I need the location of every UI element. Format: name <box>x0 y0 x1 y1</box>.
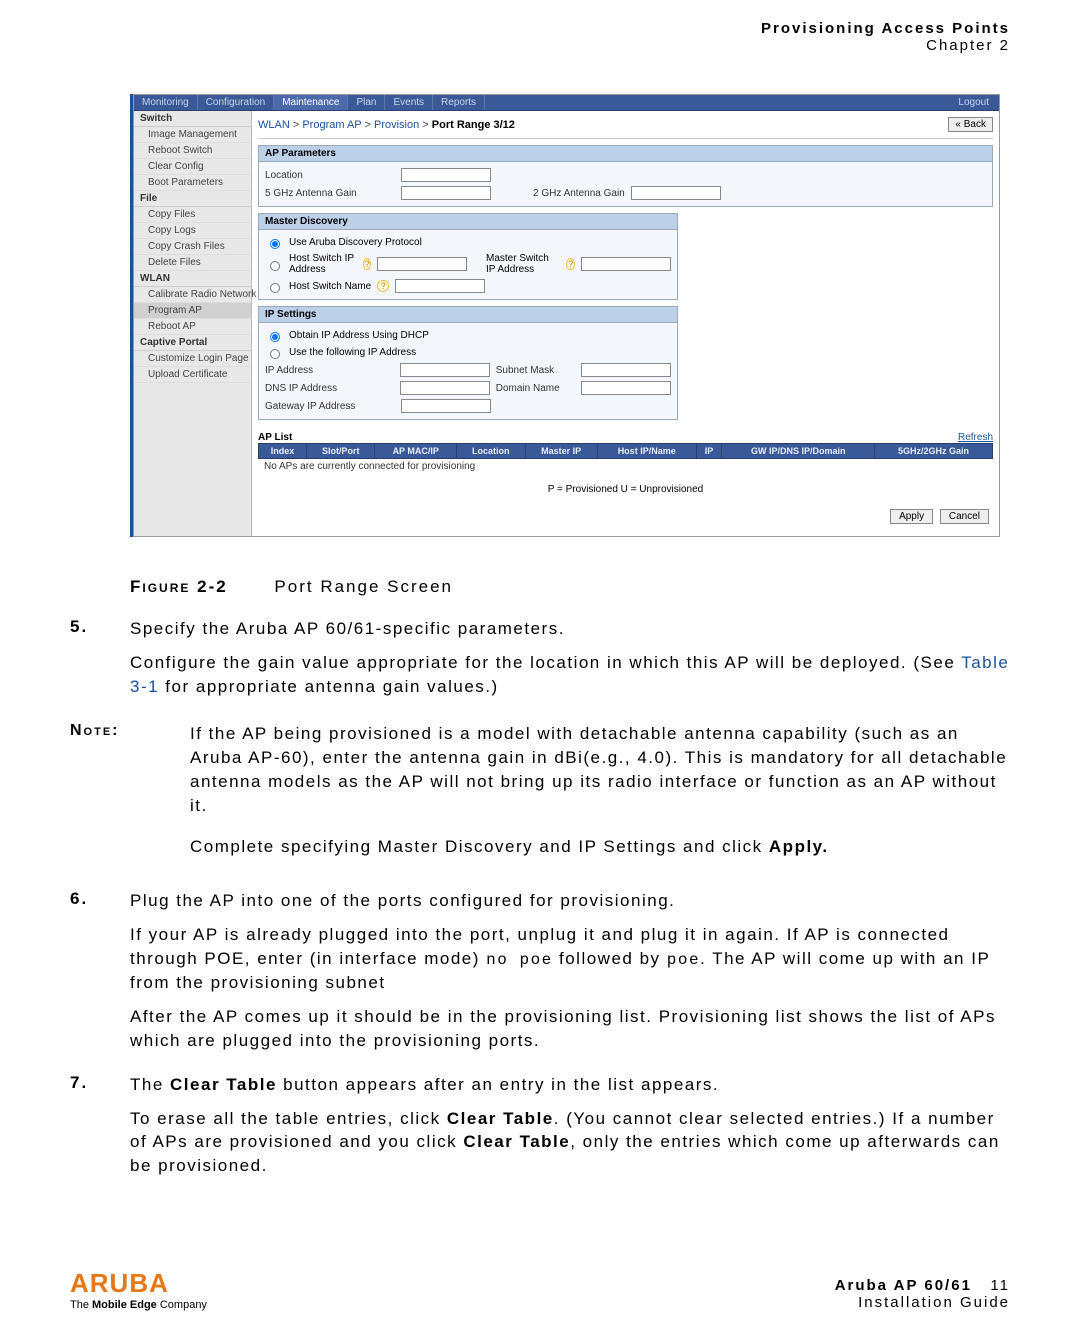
code-text: no poe <box>486 951 553 969</box>
code-text: poe <box>667 951 700 969</box>
sidebar-item[interactable]: Boot Parameters <box>134 175 251 191</box>
sidebar-item[interactable]: Delete Files <box>134 255 251 271</box>
ap-list-empty: No APs are currently connected for provi… <box>258 459 993 474</box>
tab-monitoring[interactable]: Monitoring <box>134 95 198 110</box>
tab-plan[interactable]: Plan <box>348 95 385 110</box>
label-use-adp: Use Aruba Discovery Protocol <box>289 237 422 248</box>
label-gateway: Gateway IP Address <box>265 401 395 412</box>
figure-screenshot: Monitoring Configuration Maintenance Pla… <box>130 94 1000 537</box>
sidebar-item[interactable]: Reboot AP <box>134 319 251 335</box>
gain-2ghz-input[interactable] <box>631 186 721 200</box>
sidebar-item[interactable]: Copy Files <box>134 207 251 223</box>
refresh-link[interactable]: Refresh <box>958 432 993 443</box>
sidebar-item[interactable]: Customize Login Page <box>134 351 251 367</box>
footer-info: Aruba AP 60/61 11 Installation Guide <box>835 1277 1010 1311</box>
note-label: Note: <box>70 722 190 875</box>
apply-button[interactable]: Apply <box>890 509 933 524</box>
help-icon[interactable]: ? <box>363 258 372 270</box>
location-input[interactable] <box>401 168 491 182</box>
label-static-ip: Use the following IP Address <box>289 347 416 358</box>
label-dns: DNS IP Address <box>265 383 394 394</box>
ap-list-title: AP List <box>258 432 292 443</box>
tab-reports[interactable]: Reports <box>433 95 485 110</box>
step-number: 5. <box>70 617 130 708</box>
sidebar-item[interactable]: Reboot Switch <box>134 143 251 159</box>
sidebar-group-wlan: WLAN <box>134 271 251 287</box>
sidebar-item[interactable]: Calibrate Radio Network <box>134 287 251 303</box>
label-dhcp: Obtain IP Address Using DHCP <box>289 330 429 341</box>
host-switch-name-input[interactable] <box>395 279 485 293</box>
section-ip-settings: IP Settings <box>258 306 678 323</box>
sidebar-item[interactable]: Upload Certificate <box>134 367 251 383</box>
master-switch-ip-input[interactable] <box>581 257 671 271</box>
step-text: Specify the Aruba AP 60/61-specific para… <box>130 619 565 638</box>
ap-list-legend: P = Provisioned U = Unprovisioned <box>258 474 993 505</box>
breadcrumb: WLAN > Program AP > Provision > Port Ran… <box>258 119 515 131</box>
step-text: Plug the AP into one of the ports config… <box>130 891 675 910</box>
back-button[interactable]: « Back <box>948 117 993 132</box>
tab-configuration[interactable]: Configuration <box>198 95 274 110</box>
radio-static-ip[interactable] <box>270 349 280 359</box>
brand-logo: ARUBA The Mobile Edge Company <box>70 1268 207 1311</box>
host-switch-ip-input[interactable] <box>377 257 467 271</box>
gateway-input[interactable] <box>401 399 491 413</box>
label-subnet: Subnet Mask <box>496 365 575 376</box>
step-number: 7. <box>70 1073 130 1188</box>
label-location: Location <box>265 170 395 181</box>
page-header: Provisioning Access Points Chapter 2 <box>70 20 1010 54</box>
note-text: If the AP being provisioned is a model w… <box>190 724 1007 814</box>
sidebar-item[interactable]: Clear Config <box>134 159 251 175</box>
ip-address-input[interactable] <box>400 363 490 377</box>
label-host-switch-name: Host Switch Name <box>289 281 371 292</box>
sidebar-group-switch: Switch <box>134 111 251 127</box>
sidebar-group-file: File <box>134 191 251 207</box>
radio-host-name[interactable] <box>270 283 280 293</box>
cancel-button[interactable]: Cancel <box>940 509 989 524</box>
label-2ghz-gain: 2 GHz Antenna Gain <box>533 188 625 199</box>
label-host-switch-ip: Host Switch IP Address <box>289 253 357 275</box>
sidebar: Switch Image Management Reboot Switch Cl… <box>134 111 252 536</box>
sidebar-item[interactable]: Copy Logs <box>134 223 251 239</box>
sidebar-item-program-ap[interactable]: Program AP <box>134 303 251 319</box>
logout-link[interactable]: Logout <box>948 95 999 110</box>
chapter-label: Chapter 2 <box>70 37 1010 54</box>
tab-maintenance[interactable]: Maintenance <box>274 95 348 110</box>
dns-input[interactable] <box>400 381 490 395</box>
tab-events[interactable]: Events <box>385 95 433 110</box>
top-nav: Monitoring Configuration Maintenance Pla… <box>134 95 999 111</box>
section-ap-parameters: AP Parameters <box>258 145 993 162</box>
section-master-discovery: Master Discovery <box>258 213 678 230</box>
radio-dhcp[interactable] <box>270 332 280 342</box>
label-ip-address: IP Address <box>265 365 394 376</box>
label-master-switch-ip: Master Switch IP Address <box>486 253 560 275</box>
step-number: 6. <box>70 889 130 1062</box>
sidebar-item[interactable]: Copy Crash Files <box>134 239 251 255</box>
sidebar-item[interactable]: Image Management <box>134 127 251 143</box>
ap-list-table: Index Slot/Port AP MAC/IP Location Maste… <box>258 443 993 459</box>
help-icon[interactable]: ? <box>377 280 389 292</box>
domain-input[interactable] <box>581 381 671 395</box>
label-5ghz-gain: 5 GHz Antenna Gain <box>265 188 395 199</box>
figure-caption: Figure 2-2 Port Range Screen <box>130 577 1010 597</box>
sidebar-group-captive: Captive Portal <box>134 335 251 351</box>
radio-use-adp[interactable] <box>270 239 280 249</box>
radio-host-ip[interactable] <box>270 261 280 271</box>
section-title: Provisioning Access Points <box>70 20 1010 37</box>
label-domain: Domain Name <box>496 383 575 394</box>
subnet-input[interactable] <box>581 363 671 377</box>
help-icon[interactable]: ? <box>566 258 575 270</box>
gain-5ghz-input[interactable] <box>401 186 491 200</box>
